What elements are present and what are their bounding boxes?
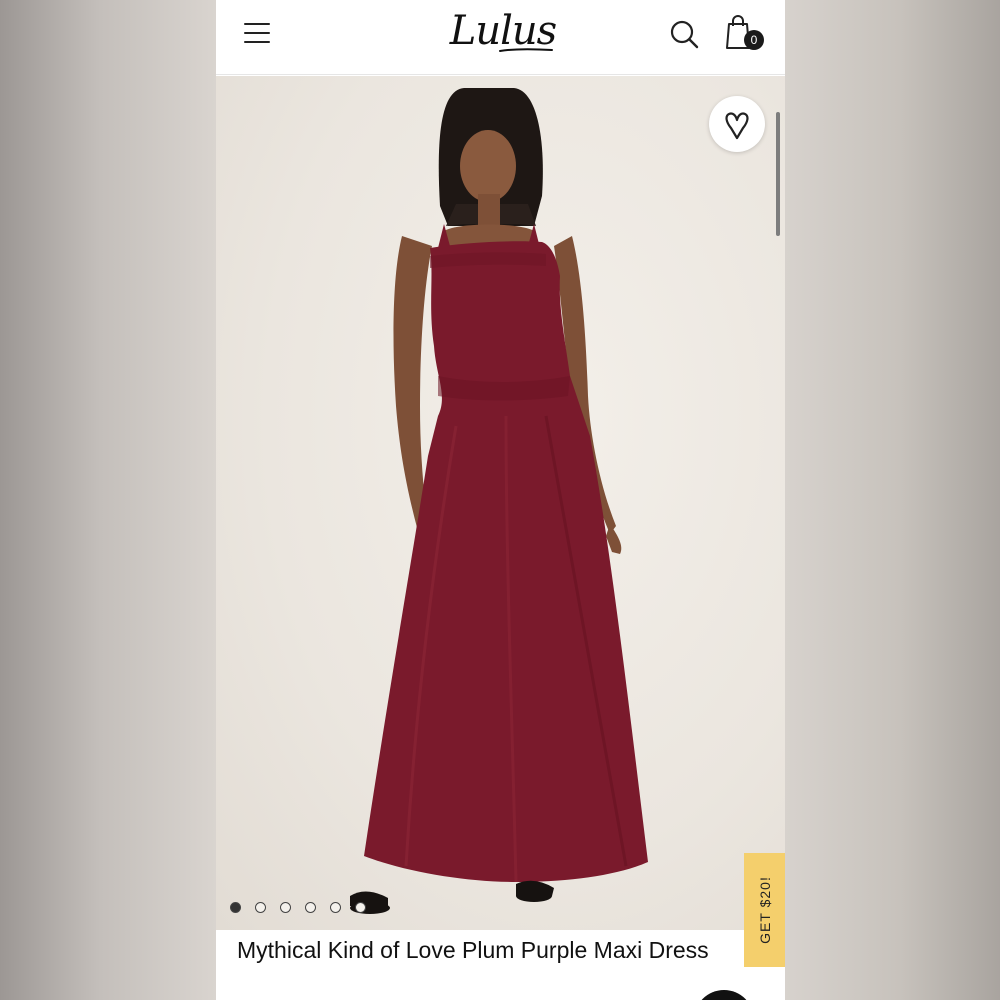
search-icon[interactable] — [668, 18, 700, 50]
product-title: Mythical Kind of Love Plum Purple Maxi D… — [237, 937, 709, 963]
hamburger-icon — [244, 23, 270, 25]
carousel-dot-3[interactable] — [280, 902, 291, 913]
product-image[interactable] — [216, 76, 785, 930]
model-photo — [350, 88, 648, 914]
heart-icon — [725, 112, 749, 140]
promo-tab[interactable]: GET $20! — [744, 853, 785, 967]
carousel-dot-4[interactable] — [305, 902, 316, 913]
cart-count-badge: 0 — [744, 30, 764, 50]
carousel-dots — [230, 902, 366, 914]
carousel-dot-6[interactable] — [355, 902, 366, 913]
carousel-dot-1[interactable] — [230, 902, 241, 913]
promo-label: GET $20! — [756, 876, 773, 944]
menu-button[interactable] — [242, 20, 272, 46]
logo-swash — [499, 48, 553, 52]
chat-button[interactable] — [694, 990, 754, 1000]
carousel-dot-2[interactable] — [255, 902, 266, 913]
carousel-dot-5[interactable] — [330, 902, 341, 913]
mobile-page: Lulus 0 GET $20! Mythical Kind of Love P… — [216, 0, 785, 1000]
page-scrollbar[interactable] — [776, 112, 780, 236]
wishlist-button[interactable] — [709, 96, 765, 152]
site-header: Lulus 0 — [216, 0, 785, 75]
